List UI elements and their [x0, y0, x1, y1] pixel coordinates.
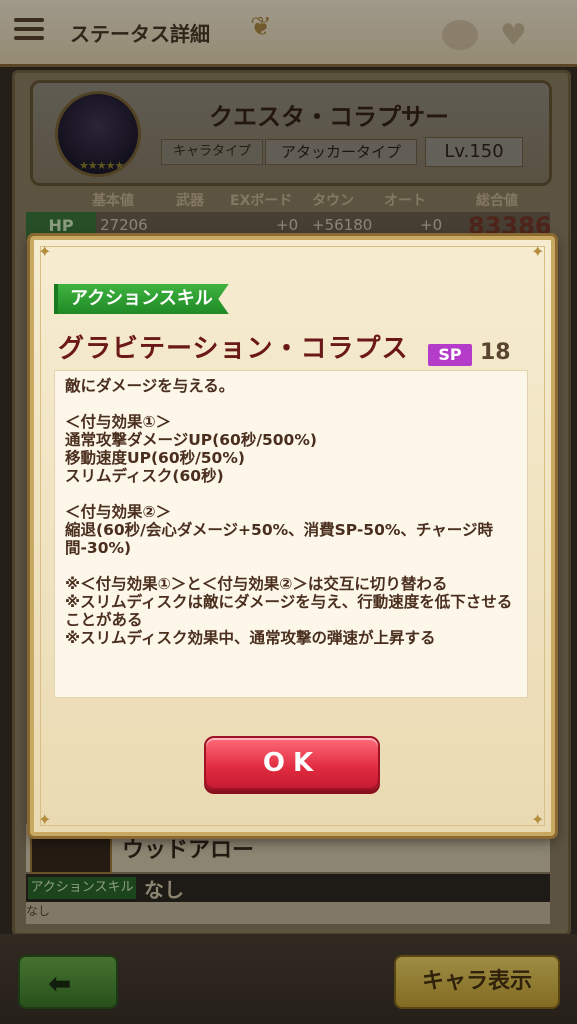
skill-dialog: ✦ ✦ ✦ ✦ アクションスキル グラビテーション・コラプス SP 18 敵にダ… [30, 236, 555, 836]
corner-ornament-icon: ✦ [38, 810, 52, 829]
sp-cost: 18 [480, 340, 511, 365]
ok-button[interactable]: OK [204, 736, 380, 790]
skill-description: 敵にダメージを与える。 ＜付与効果①＞ 通常攻撃ダメージUP(60秒/500%)… [65, 377, 513, 647]
sp-badge: SP [428, 344, 472, 366]
corner-ornament-icon: ✦ [38, 242, 52, 261]
corner-ornament-icon: ✦ [531, 810, 545, 829]
corner-ornament-icon: ✦ [531, 242, 545, 261]
skill-category-tag: アクションスキル [54, 284, 229, 314]
skill-name: グラビテーション・コラプス [58, 334, 409, 364]
skill-description-box[interactable]: 敵にダメージを与える。 ＜付与効果①＞ 通常攻撃ダメージUP(60秒/500%)… [54, 370, 528, 698]
